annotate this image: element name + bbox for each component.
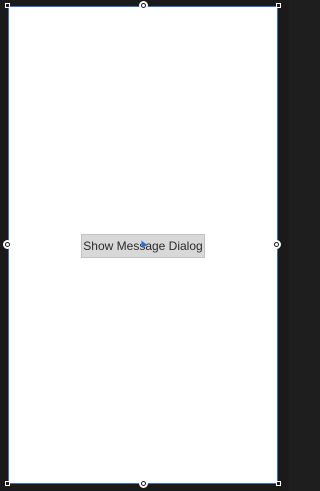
resize-grip-top-icon[interactable] <box>139 1 148 10</box>
resize-handle-top-right[interactable] <box>276 3 281 8</box>
resize-handle-bottom-left[interactable] <box>5 481 10 486</box>
resize-handle-bottom-right[interactable] <box>276 481 281 486</box>
resize-grip-bottom-icon[interactable] <box>139 479 148 488</box>
resize-grip-right-icon[interactable] <box>272 240 281 249</box>
resize-handle-top-left[interactable] <box>5 3 10 8</box>
resize-grip-left-icon[interactable] <box>3 240 12 249</box>
designer-canvas: Show Message Dialog <box>0 0 289 491</box>
